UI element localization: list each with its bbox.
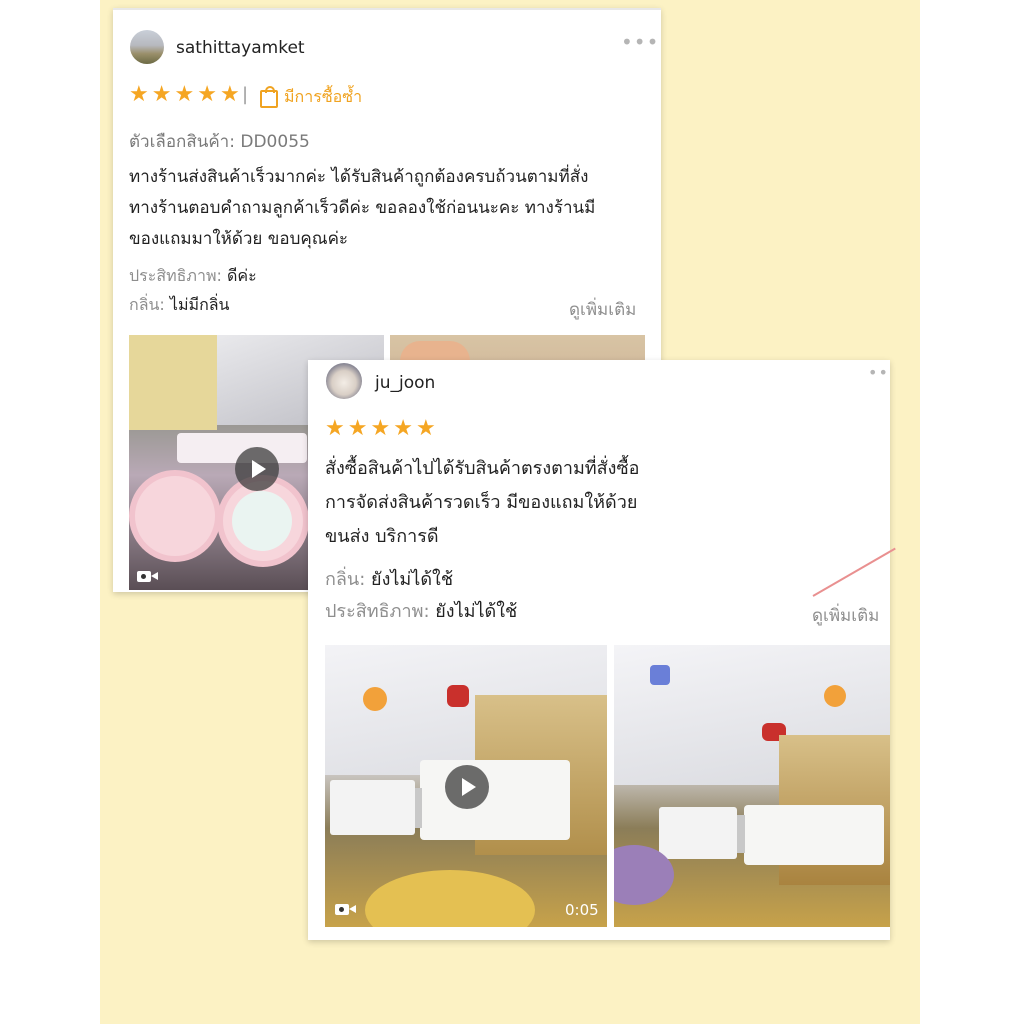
attribute-effectiveness: ประสิทธิภาพ: ยังไม่ได้ใช้ xyxy=(325,596,517,625)
character-sticker xyxy=(650,665,670,685)
more-options-icon[interactable]: •• xyxy=(868,363,889,382)
review-text-line: การจัดส่งสินค้ารวดเร็ว มีของแถมให้ด้วย xyxy=(325,492,638,513)
play-icon[interactable] xyxy=(235,447,279,491)
review-text-line: สั่งซื้อสินค้าไปได้รับสินค้าตรงตามที่สั่… xyxy=(325,458,640,479)
username[interactable]: ju_joon xyxy=(375,373,435,393)
attribute-scent: กลิ่น: ไม่มีกลิ่น xyxy=(129,293,230,318)
page-margin-left xyxy=(0,0,100,1024)
attribute-value: ยังไม่ได้ใช้ xyxy=(435,601,518,622)
review-image-thumbnail[interactable] xyxy=(614,645,890,927)
divider: | xyxy=(242,84,249,105)
repeat-purchase-label: มีการซื้อซ้ำ xyxy=(284,87,363,106)
star-icon: ★ xyxy=(219,82,240,107)
product-puff xyxy=(365,870,535,927)
attribute-value: ยังไม่ได้ใช้ xyxy=(371,569,454,590)
character-sticker xyxy=(824,685,846,707)
character-sticker xyxy=(447,685,469,707)
product-jar xyxy=(129,470,221,562)
shopping-bag-icon xyxy=(260,86,278,108)
attribute-scent: กลิ่น: ยังไม่ได้ใช้ xyxy=(325,564,453,593)
tube-cap xyxy=(659,807,737,859)
rating-stars: ★ ★ ★ ★ ★ xyxy=(325,418,436,440)
avatar[interactable] xyxy=(326,363,362,399)
star-icon: ★ xyxy=(129,82,149,107)
star-icon: ★ xyxy=(347,416,368,441)
attribute-label: ประสิทธิภาพ: xyxy=(129,266,222,285)
attribute-label: กลิ่น: xyxy=(129,295,165,314)
review-text-line: ขนส่ง บริการดี xyxy=(325,526,439,547)
review-text-line: ของแถมมาให้ด้วย ขอบคุณค่ะ xyxy=(129,229,349,249)
product-pouch xyxy=(129,335,217,430)
review-card-2: ju_joon •• ★ ★ ★ ★ ★ สั่งซื้อสินค้าไปได้… xyxy=(308,360,896,940)
star-icon: ★ xyxy=(151,82,172,107)
video-camera-icon xyxy=(137,571,158,582)
star-icon: ★ xyxy=(174,82,195,107)
attribute-label: ประสิทธิภาพ: xyxy=(325,601,430,622)
review-video-thumbnail[interactable]: 0:05 xyxy=(325,645,607,927)
jar-label xyxy=(232,491,292,551)
variant-label: ตัวเลือกสินค้า: xyxy=(129,132,235,152)
review-text: ทางร้านส่งสินค้าเร็วมากค่ะ ได้รับสินค้าถ… xyxy=(129,162,654,255)
play-icon[interactable] xyxy=(445,765,489,809)
star-icon: ★ xyxy=(415,416,436,441)
star-icon: ★ xyxy=(325,416,345,441)
tube-cap xyxy=(330,780,415,835)
star-icon: ★ xyxy=(393,416,413,441)
tube-collar xyxy=(736,815,745,853)
review-text-line: ทางร้านส่งสินค้าเร็วมากค่ะ ได้รับสินค้าถ… xyxy=(129,167,589,187)
review-text: สั่งซื้อสินค้าไปได้รับสินค้าตรงตามที่สั่… xyxy=(325,452,805,554)
attribute-value: ไม่มีกลิ่น xyxy=(169,295,230,314)
see-more-link[interactable]: ดูเพิ่มเติม xyxy=(569,296,636,323)
page-margin-right xyxy=(920,0,1024,1024)
product-variant: ตัวเลือกสินค้า: DD0055 xyxy=(129,128,310,155)
video-duration: 0:05 xyxy=(565,901,599,919)
star-icon: ★ xyxy=(197,82,217,107)
star-icon: ★ xyxy=(370,416,391,441)
variant-value: DD0055 xyxy=(240,132,310,152)
attribute-label: กลิ่น: xyxy=(325,569,366,590)
attribute-value: ดีค่ะ xyxy=(226,266,257,285)
character-sticker xyxy=(363,687,387,711)
video-camera-icon xyxy=(335,904,356,915)
product-tube xyxy=(420,760,570,840)
review-text-line: ทางร้านตอบคำถามลูกค้าเร็วดีค่ะ ขอลองใช้ก… xyxy=(129,198,596,218)
annotation-stroke xyxy=(812,547,896,597)
rating-stars: ★ ★ ★ ★ ★ xyxy=(129,84,240,106)
product-tube xyxy=(744,805,884,865)
see-more-link[interactable]: ดูเพิ่มเติม xyxy=(812,602,879,629)
attribute-effectiveness: ประสิทธิภาพ: ดีค่ะ xyxy=(129,264,257,289)
more-options-icon[interactable]: ••• xyxy=(621,30,659,54)
avatar[interactable] xyxy=(130,30,164,64)
username[interactable]: sathittayamket xyxy=(176,38,305,58)
